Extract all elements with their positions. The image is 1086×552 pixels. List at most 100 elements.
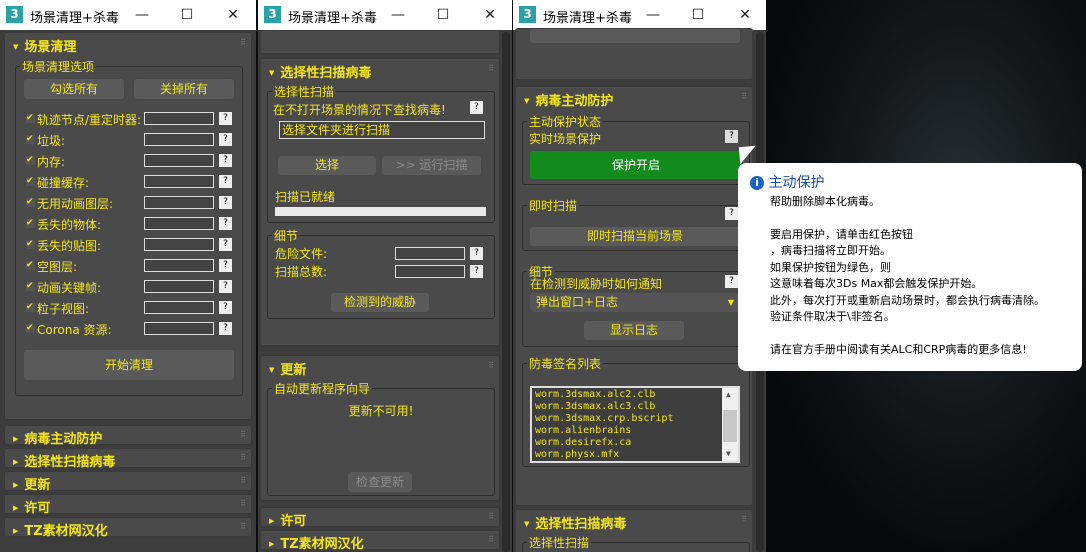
help-button[interactable]: ?: [725, 207, 738, 220]
rollout-title[interactable]: 选择性扫描病毒: [13, 451, 115, 470]
rollout-title[interactable]: 病毒主动防护: [524, 90, 613, 109]
tooltip-line: 此外，每次打开或重新启动场景时，都会执行病毒清除。: [770, 293, 1045, 307]
rollout-title[interactable]: 许可: [269, 510, 306, 529]
scrollbar[interactable]: [502, 32, 510, 552]
grip-icon[interactable]: ⠿: [488, 361, 494, 370]
info-icon: i: [750, 176, 764, 190]
run-scan-button[interactable]: >> 运行扫描: [382, 156, 481, 175]
rollout-title[interactable]: 许可: [13, 497, 50, 516]
signature-item[interactable]: worm.desirefx.ca: [535, 437, 735, 449]
group-label: 自动更新程序向导: [272, 380, 373, 397]
notify-dropdown[interactable]: 弹出窗口+日志 ▼: [530, 293, 740, 312]
clean-item-field: [144, 280, 214, 293]
uncheck-all-button[interactable]: 关掉所有: [134, 79, 234, 99]
threats-button[interactable]: 检测到的威胁: [331, 293, 429, 312]
close-button[interactable]: ✕: [478, 4, 502, 26]
checkbox[interactable]: ✔: [26, 219, 35, 228]
rollout-title[interactable]: 更新: [13, 474, 50, 493]
minimize-button[interactable]: —: [641, 4, 665, 26]
checkbox[interactable]: ✔: [26, 240, 35, 249]
signature-item[interactable]: worm.physx.mfx: [535, 449, 735, 461]
signature-list[interactable]: worm.3dsmax.alc2.clb worm.3dsmax.alc3.clb…: [530, 386, 740, 463]
help-button[interactable]: ?: [219, 133, 232, 146]
close-button[interactable]: ✕: [221, 4, 245, 26]
title-bar: 3 场景清理+杀毒 — ☐ ✕: [513, 0, 766, 30]
help-button[interactable]: ?: [219, 280, 232, 293]
help-button[interactable]: ?: [219, 196, 232, 209]
help-button[interactable]: ?: [219, 112, 232, 125]
help-button[interactable]: ?: [470, 101, 483, 114]
scroll-up-icon[interactable]: ▲: [726, 389, 731, 401]
help-button[interactable]: ?: [219, 322, 232, 335]
grip-icon[interactable]: ⠿: [741, 515, 747, 524]
grip-icon[interactable]: ⠿: [488, 535, 494, 544]
maximize-button[interactable]: ☐: [431, 4, 455, 26]
help-button[interactable]: ?: [219, 259, 232, 272]
tooltip-line: 帮助删除脚本化病毒。: [770, 194, 880, 208]
window-title: 场景清理+杀毒: [30, 11, 119, 26]
minimize-button[interactable]: —: [130, 4, 154, 26]
folder-input[interactable]: 选择文件夹进行扫描: [279, 121, 485, 139]
help-button[interactable]: ?: [219, 238, 232, 251]
signature-item[interactable]: worm.alienbrains: [535, 425, 735, 437]
grip-icon[interactable]: ⠿: [240, 522, 246, 531]
rollout-title[interactable]: 病毒主动防护: [13, 428, 102, 447]
start-clean-button[interactable]: 开始清理: [24, 350, 234, 380]
help-button[interactable]: ?: [470, 265, 483, 278]
clean-item-label: 轨迹节点/重定时器:: [37, 113, 142, 127]
signature-item[interactable]: worm.3dsmax.alc3.clb: [535, 401, 735, 413]
maximize-button[interactable]: ☐: [175, 4, 199, 26]
checkbox[interactable]: ✔: [26, 198, 35, 207]
grip-icon[interactable]: ⠿: [240, 476, 246, 485]
checkbox[interactable]: ✔: [26, 156, 35, 165]
list-scrollbar[interactable]: ▲ ▼: [722, 388, 738, 461]
checkbox[interactable]: ✔: [26, 114, 35, 123]
group-label: 选择性扫描: [527, 534, 592, 551]
minimize-button[interactable]: —: [386, 4, 410, 26]
rollout-title[interactable]: 选择性扫描病毒: [269, 62, 371, 81]
help-button[interactable]: ?: [725, 275, 738, 288]
help-button[interactable]: ?: [219, 217, 232, 230]
grip-icon[interactable]: ⠿: [240, 430, 246, 439]
scan-status: 扫描已就绪: [275, 190, 336, 204]
checkbox[interactable]: ✔: [26, 261, 35, 270]
maximize-button[interactable]: ☐: [686, 4, 710, 26]
checkbox[interactable]: ✔: [26, 324, 35, 333]
select-button[interactable]: 选择: [278, 156, 376, 175]
checkbox[interactable]: ✔: [26, 282, 35, 291]
checkbox[interactable]: ✔: [26, 303, 35, 312]
rollout-title[interactable]: 更新: [269, 359, 306, 378]
help-button[interactable]: ?: [219, 154, 232, 167]
close-button[interactable]: ✕: [733, 4, 757, 26]
help-button[interactable]: ?: [219, 175, 232, 188]
grip-icon[interactable]: ⠿: [741, 92, 747, 101]
rollout-selective-scan: 选择性扫描病毒 ⠿ 选择性扫描 在不打开场景的情况下查找病毒! ? 选择文件夹进…: [260, 58, 500, 346]
grip-icon[interactable]: ⠿: [488, 64, 494, 73]
signature-item[interactable]: worm.3dsmax.alc2.clb: [535, 389, 735, 401]
grip-icon[interactable]: ⠿: [240, 38, 246, 47]
rollout-title[interactable]: TZ素材网汉化: [13, 520, 107, 539]
rollout-title[interactable]: 场景清理: [13, 36, 76, 55]
show-log-button[interactable]: 显示日志: [584, 321, 684, 340]
help-button[interactable]: ?: [219, 301, 232, 314]
partial-button[interactable]: [530, 29, 740, 43]
help-button[interactable]: ?: [470, 247, 483, 260]
protection-toggle-button[interactable]: 保护开启: [530, 151, 742, 179]
signature-item[interactable]: worm.3dsmax.crp.bscript: [535, 413, 735, 425]
clean-item-field: [144, 238, 214, 251]
checkbox[interactable]: ✔: [26, 177, 35, 186]
grip-icon[interactable]: ⠿: [240, 453, 246, 462]
scroll-down-icon[interactable]: ▼: [726, 448, 731, 460]
checkbox[interactable]: ✔: [26, 135, 35, 144]
check-all-button[interactable]: 勾选所有: [24, 79, 124, 99]
rollout-title[interactable]: TZ素材网汉化: [269, 533, 363, 552]
instant-scan-button[interactable]: 即时扫描当前场景: [530, 227, 740, 246]
clean-item-field: [144, 112, 214, 125]
tooltip-title: 主动保护: [768, 175, 825, 191]
window-title: 场景清理+杀毒: [543, 11, 632, 26]
title-bar: 3 场景清理+杀毒 — ☐ ✕: [0, 0, 256, 30]
check-update-button[interactable]: 检查更新: [348, 472, 412, 492]
grip-icon[interactable]: ⠿: [240, 499, 246, 508]
grip-icon[interactable]: ⠿: [488, 512, 494, 521]
rollout-title[interactable]: 选择性扫描病毒: [524, 513, 626, 532]
